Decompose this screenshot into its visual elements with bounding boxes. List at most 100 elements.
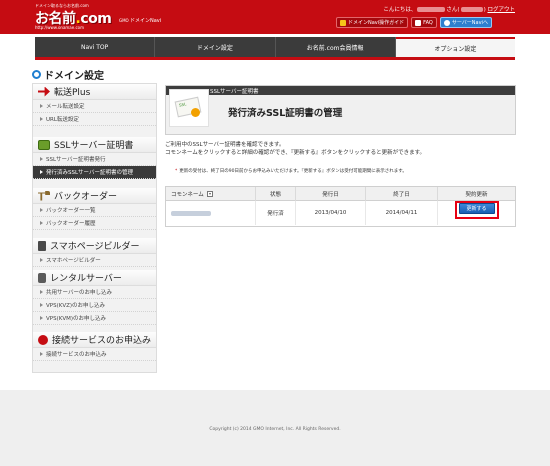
column-renewal: 契約更新 xyxy=(465,192,488,198)
server-icon xyxy=(38,272,46,283)
guide-icon xyxy=(340,19,346,26)
site-footer: Copyright (c) 2014 GMO Internet, Inc. Al… xyxy=(0,390,550,466)
sidebar-section-label: 転送Plus xyxy=(54,88,91,98)
certificate-seal-shape xyxy=(191,108,200,117)
faq-link-label: FAQ xyxy=(423,19,433,26)
greeting-prefix: こんにちは、 xyxy=(383,7,417,13)
main-nav: Navi TOP ドメイン設定 お名前.com会員情報 オプション設定 xyxy=(35,37,515,57)
sidebar-item-label: 共用サーバーのお申し込み xyxy=(46,290,112,296)
arrow-right-icon xyxy=(40,208,43,212)
renew-button-highlight: 更新する xyxy=(454,201,499,219)
sidebar-item-label: VPS(KVZ)のお申し込み xyxy=(46,303,105,309)
arrow-right-icon xyxy=(40,170,43,174)
table-row: 発行済 2013/04/10 2014/04/11 更新する xyxy=(166,201,515,225)
header-links: ドメインNavi操作ガイド FAQ サーバーNaviへ xyxy=(336,17,492,29)
tab-member-info[interactable]: お名前.com会員情報 xyxy=(276,37,396,57)
certificate-table: コモンネーム 状態 発行日 終了日 契約更新 発行済 2013/04/10 20… xyxy=(165,186,516,227)
sidebar-item-label: 接続サービスのお申込み xyxy=(46,352,107,358)
sidebar-section-connection: 接続サービスのお申込み 接続サービスのお申込み xyxy=(33,332,156,361)
arrow-right-icon xyxy=(40,258,43,262)
common-name-cell[interactable] xyxy=(166,201,256,225)
greeting-close: ) xyxy=(483,7,486,13)
sidebar-item-backorder-history[interactable]: バックオーダー履歴 xyxy=(33,217,156,230)
ssl-panel-heading: 発行済みSSL証明書の管理 xyxy=(228,108,343,119)
redacted-userid xyxy=(460,7,483,12)
end-date-cell: 2014/04/11 xyxy=(366,201,438,225)
sidebar-item-label: SSLサーバー証明書発行 xyxy=(46,157,106,163)
sidebar-item-shared-server[interactable]: 共用サーバーのお申し込み xyxy=(33,286,156,299)
arrow-icon xyxy=(38,86,50,97)
sidebar-item-label: スマホページビルダー xyxy=(46,258,101,264)
sidebar-section-title: バックオーダー xyxy=(33,188,156,204)
sidebar-item-ssl-issue[interactable]: SSLサーバー証明書発行 xyxy=(33,153,156,166)
sidebar-item-vps-kvm[interactable]: VPS(KVM)のお申し込み xyxy=(33,312,156,325)
circle-bullet-icon xyxy=(32,70,41,79)
column-end-date: 終了日 xyxy=(366,187,438,201)
sort-icon[interactable] xyxy=(206,191,213,197)
page-description: ご利用中のSSLサーバー証明書を確認できます。 コモンネームをクリックすると詳細… xyxy=(165,141,515,157)
sidebar-item-label: メール転送設定 xyxy=(46,104,85,110)
logo-company: GMO xyxy=(119,18,129,23)
sidebar-item-connection[interactable]: 接続サービスのお申込み xyxy=(33,348,156,361)
tab-navi-top[interactable]: Navi TOP xyxy=(35,37,156,57)
ssl-panel-bar: SSLサーバー証明書 xyxy=(166,86,515,95)
issue-date-cell: 2013/04/10 xyxy=(296,201,366,225)
sidebar-item-vps-kvz[interactable]: VPS(KVZ)のお申し込み xyxy=(33,299,156,312)
status-cell: 発行済 xyxy=(256,201,296,225)
sidebar-item-ssl-manage[interactable]: 発行済みSSLサーバー証明書の管理 xyxy=(33,166,156,179)
arrow-right-icon xyxy=(40,290,43,294)
redacted-username xyxy=(417,7,446,12)
sidebar-item-backorder-list[interactable]: バックオーダー一覧 xyxy=(33,204,156,217)
sidebar-item-mail-forward[interactable]: メール転送設定 xyxy=(33,100,156,113)
sidebar-section-forward-plus: 転送Plus メール転送設定 URL転送設定 xyxy=(33,84,156,126)
tab-domain-settings[interactable]: ドメイン設定 xyxy=(155,37,276,57)
smartphone-icon xyxy=(38,240,46,251)
renewal-cell: 更新する xyxy=(438,201,515,225)
renewal-note: * 更新の受付は、終了日の90日前からお申込みいただけます。『更新する』ボタンは受… xyxy=(175,168,407,174)
renew-button[interactable]: 更新する xyxy=(458,203,495,214)
column-status: 状態 xyxy=(256,187,296,201)
logout-link[interactable]: ログアウト xyxy=(487,7,515,13)
asterisk-icon: * xyxy=(175,169,178,174)
logo-brand-tld: com xyxy=(80,11,112,27)
sidebar-section-title: 接続サービスのお申込み xyxy=(33,332,156,348)
description-line-1: ご利用中のSSLサーバー証明書を確認できます。 xyxy=(165,142,285,148)
description-line-2: コモンネームをクリックすると詳細の確認ができ、『更新する』ボタンをクリックすると… xyxy=(165,150,426,156)
sidebar-item-smartphone-builder[interactable]: スマホページビルダー xyxy=(33,254,156,267)
sidebar-section-title: レンタルサーバー xyxy=(33,270,156,286)
service-name: ドメインNavi xyxy=(130,18,162,24)
server-navi-label: サーバーNaviへ xyxy=(451,20,488,26)
twitter-bird-icon xyxy=(443,19,450,26)
arrow-right-icon xyxy=(40,316,43,320)
sidebar-item-label: バックオーダー履歴 xyxy=(46,221,96,227)
sidebar-section-label: バックオーダー xyxy=(54,192,118,202)
faq-icon xyxy=(415,19,422,26)
arrow-right-icon xyxy=(40,117,43,121)
page-title-text: ドメイン設定 xyxy=(44,71,104,82)
tab-option-settings[interactable]: オプション設定 xyxy=(395,37,515,57)
copyright-text: Copyright (c) 2014 GMO Internet, Inc. Al… xyxy=(209,427,341,432)
sidebar-item-url-forward[interactable]: URL転送設定 xyxy=(33,113,156,126)
nav-underline xyxy=(35,57,515,60)
sidebar-item-label: 発行済みSSLサーバー証明書の管理 xyxy=(46,170,133,176)
sidebar-section-label: SSLサーバー証明書 xyxy=(54,141,134,151)
ssl-header-panel: SSLサーバー証明書 SSL 発行済みSSL証明書の管理 xyxy=(165,85,516,135)
guide-link[interactable]: ドメインNavi操作ガイド xyxy=(336,17,409,28)
sidebar-section-smartphone-builder: スマホページビルダー スマホページビルダー xyxy=(33,238,156,267)
sidebar-section-label: レンタルサーバー xyxy=(50,274,122,284)
table-header: コモンネーム 状態 発行日 終了日 契約更新 xyxy=(166,187,515,201)
column-common-name[interactable]: コモンネーム xyxy=(166,187,256,201)
sidebar-section-rental-server: レンタルサーバー 共用サーバーのお申し込み VPS(KVZ)のお申し込み VPS… xyxy=(33,270,156,325)
guide-link-label: ドメインNavi操作ガイド xyxy=(348,20,405,26)
arrow-right-icon xyxy=(40,157,43,161)
onamae-logo[interactable]: ドメイン取るならお名前.com お名前.com http://www.onama… xyxy=(35,3,130,31)
sidebar-item-label: URL転送設定 xyxy=(46,117,79,123)
ssl-certificate-icon: SSL xyxy=(169,89,209,127)
faq-link[interactable]: FAQ xyxy=(411,17,437,28)
logo-url: http://www.onamae.com xyxy=(35,25,85,30)
renewal-note-text: 更新の受付は、終了日の90日前からお申込みいただけます。『更新する』ボタンは受付… xyxy=(179,169,407,174)
sidebar-item-label: VPS(KVM)のお申し込み xyxy=(46,316,106,322)
server-navi-link[interactable]: サーバーNaviへ xyxy=(439,17,492,28)
ssl-panel-bar-label: SSLサーバー証明書 xyxy=(210,89,259,95)
redacted-common-name[interactable] xyxy=(171,210,211,216)
